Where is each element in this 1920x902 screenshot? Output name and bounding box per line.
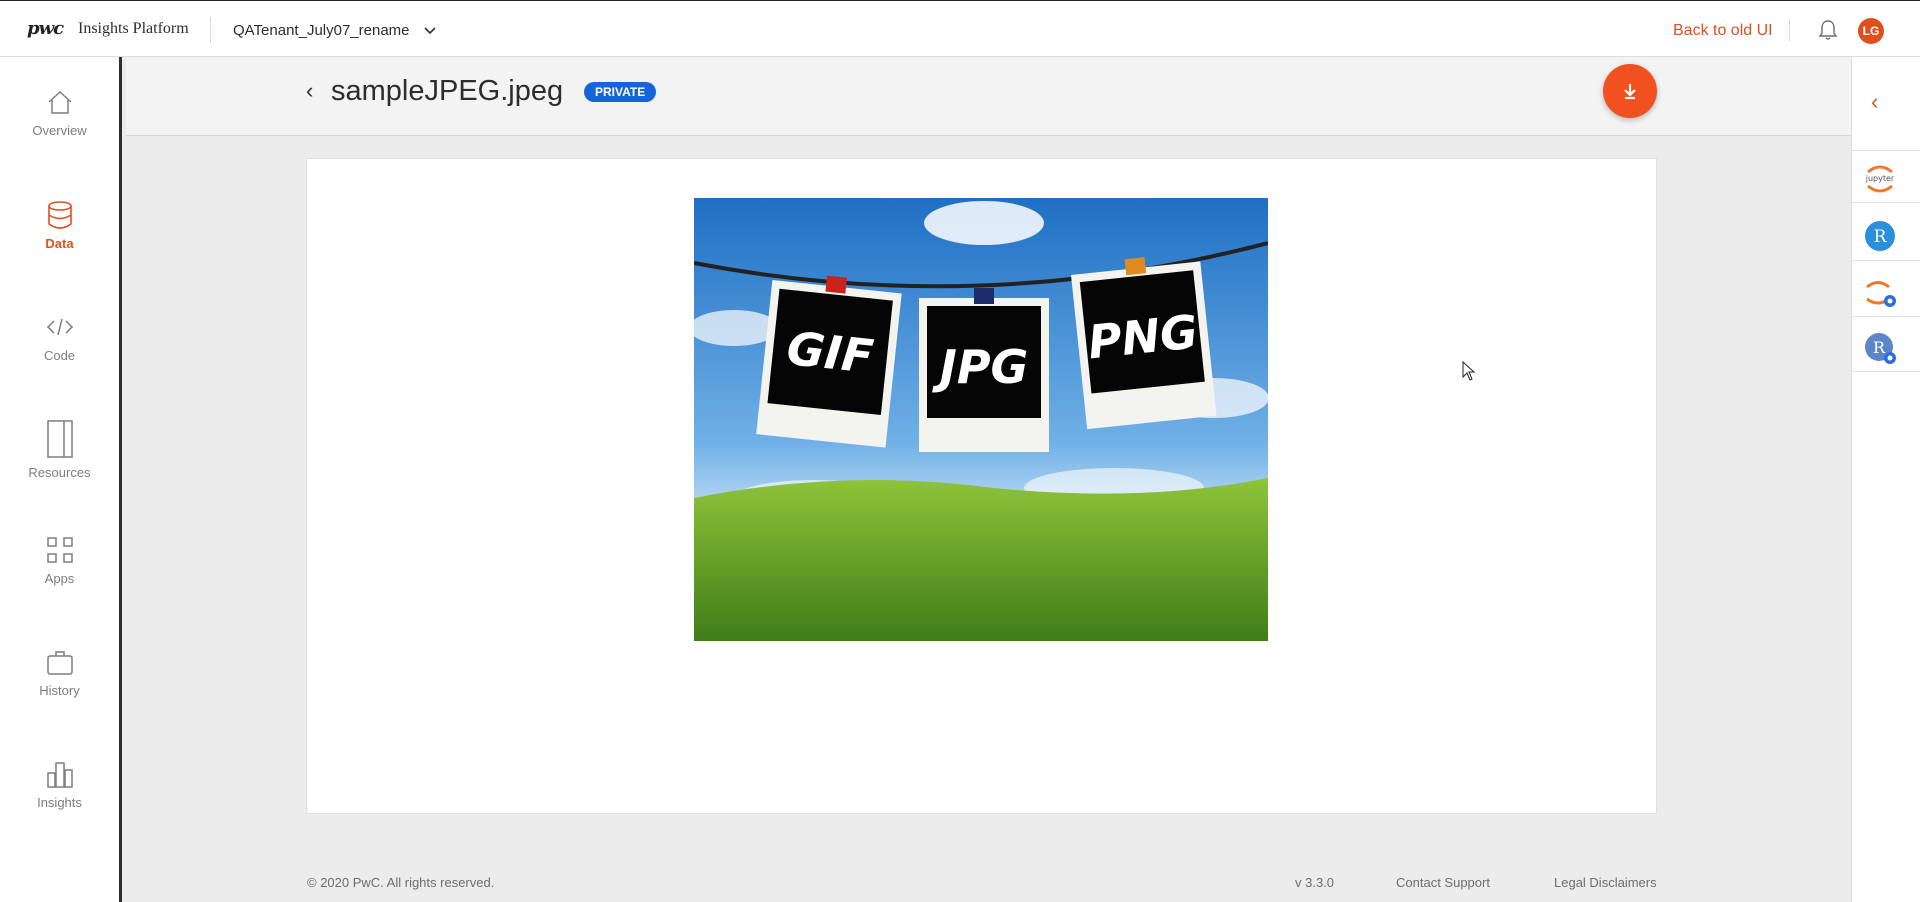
- r-cluster-icon[interactable]: R: [1862, 330, 1898, 366]
- preview-label-png: PNG: [1085, 304, 1200, 369]
- sidebar-item-apps[interactable]: Apps: [0, 535, 119, 586]
- briefcase-icon: [46, 651, 73, 675]
- sidebar-item-label: Apps: [44, 571, 75, 586]
- divider: [1789, 19, 1790, 41]
- top-bar: pwc Insights Platform QATenant_July07_re…: [0, 0, 1920, 57]
- collapse-panel-icon[interactable]: ‹: [1871, 89, 1878, 115]
- jupyter-icon[interactable]: jupyter: [1862, 160, 1898, 196]
- version-text: v 3.3.0: [1295, 875, 1335, 890]
- sidebar-item-code[interactable]: Code: [0, 312, 119, 363]
- legal-disclaimers-link[interactable]: Legal Disclaimers: [1554, 875, 1657, 890]
- divider: [1852, 202, 1920, 203]
- avatar[interactable]: LG: [1858, 18, 1884, 44]
- sidebar-item-insights[interactable]: Insights: [0, 759, 119, 810]
- sidebar-item-label: Data: [45, 236, 74, 251]
- jupyter-wordmark: jupyter: [1865, 174, 1895, 183]
- sidebar-item-label: Resources: [28, 465, 91, 480]
- page-title: sampleJPEG.jpeg: [331, 75, 564, 107]
- back-to-old-ui-link[interactable]: Back to old UI: [1673, 22, 1773, 40]
- sidebar-item-label: Code: [43, 348, 76, 363]
- download-icon: [1624, 84, 1636, 100]
- sidebar-item-label: Overview: [32, 123, 87, 138]
- database-icon: [47, 201, 72, 229]
- code-icon: [46, 318, 73, 336]
- back-chevron-icon[interactable]: ‹: [306, 78, 313, 104]
- r-glyph: R: [1874, 227, 1888, 247]
- product-name: Insights Platform: [78, 20, 189, 37]
- bell-icon[interactable]: [1818, 19, 1838, 41]
- bar-chart-icon: [46, 762, 73, 788]
- r-glyph: R: [1873, 338, 1886, 357]
- sidebar-item-data[interactable]: Data: [0, 200, 119, 251]
- cursor-icon: [1462, 361, 1476, 381]
- divider: [1852, 371, 1920, 372]
- sidebar-item-label: History: [39, 683, 80, 698]
- r-icon[interactable]: R: [1862, 218, 1898, 254]
- jupyter-cluster-icon[interactable]: [1862, 274, 1898, 310]
- divider: [1852, 150, 1920, 151]
- copyright-text: © 2020 PwC. All rights reserved.: [307, 875, 495, 890]
- tenant-selector[interactable]: QATenant_July07_rename: [233, 22, 436, 39]
- status-badge: PRIVATE: [584, 82, 657, 102]
- sidebar-item-overview[interactable]: Overview: [0, 87, 119, 138]
- divider: [210, 17, 211, 43]
- divider: [1852, 316, 1920, 317]
- notebook-icon: [46, 420, 73, 458]
- preview-label-gif: GIF: [784, 321, 875, 384]
- home-icon: [47, 90, 72, 114]
- divider: [1852, 260, 1920, 261]
- tenant-name: QATenant_July07_rename: [233, 22, 410, 39]
- sidebar-item-history[interactable]: History: [0, 647, 119, 698]
- chevron-down-icon: [423, 26, 436, 34]
- contact-support-link[interactable]: Contact Support: [1396, 875, 1490, 890]
- sidebar-item-resources[interactable]: Resources: [0, 419, 119, 480]
- sample-image: GIF JPG PNG: [694, 198, 1268, 641]
- preview-label-jpg: JPG: [932, 340, 1029, 394]
- image-preview: GIF JPG PNG: [694, 198, 1268, 641]
- grid-icon: [46, 537, 73, 563]
- pwc-logo[interactable]: pwc: [27, 18, 64, 39]
- download-button[interactable]: [1603, 64, 1657, 118]
- left-sidebar: Overview Data Code Resources Apps Histor…: [0, 57, 122, 902]
- sidebar-item-label: Insights: [37, 795, 82, 810]
